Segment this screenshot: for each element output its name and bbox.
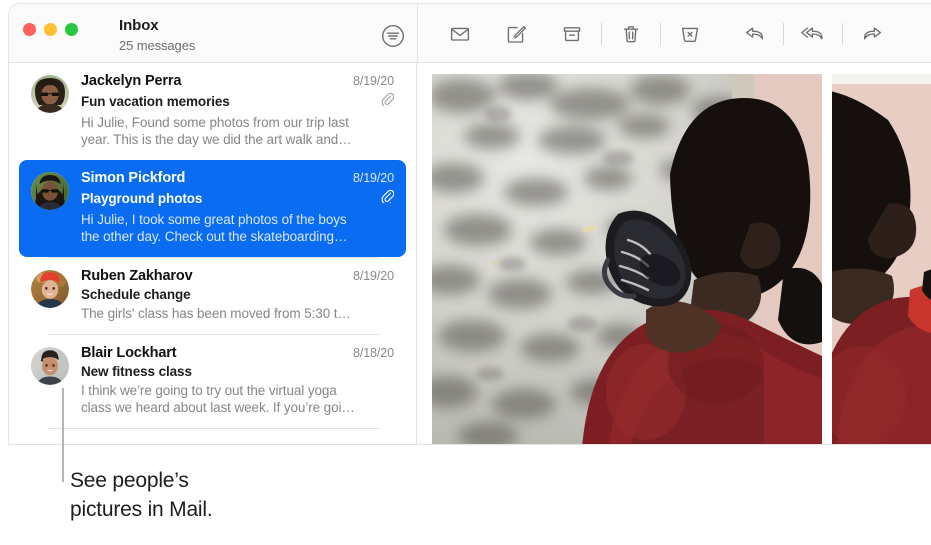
message-subject: New fitness class xyxy=(81,364,192,379)
traffic-lights xyxy=(23,23,78,36)
mail-window: Inbox 25 messages Jackelyn Perra 8/19/20… xyxy=(9,4,931,444)
message-subject: Schedule change xyxy=(81,287,191,302)
message-subject: Playground photos xyxy=(81,191,203,206)
get-mail-button[interactable] xyxy=(438,17,482,51)
photo-boy-red-shirt[interactable] xyxy=(432,74,822,444)
message-date: 8/19/20 xyxy=(352,269,394,283)
reply-all-button[interactable] xyxy=(791,17,835,51)
message-date: 8/19/20 xyxy=(352,171,394,185)
message-sender: Simon Pickford xyxy=(81,170,186,186)
avatar xyxy=(31,270,69,308)
callout-leader-line xyxy=(62,388,64,482)
avatar xyxy=(31,75,69,113)
forward-button[interactable] xyxy=(850,17,894,51)
divider xyxy=(47,428,380,429)
message-sender: Jackelyn Perra xyxy=(81,73,182,89)
attachment-icon xyxy=(381,189,395,208)
message-date: 8/19/20 xyxy=(352,74,394,88)
toolbar-separator xyxy=(601,22,602,45)
attachment-icon xyxy=(381,92,395,111)
titlebar: Inbox 25 messages xyxy=(9,4,931,63)
minimize-button[interactable] xyxy=(44,23,57,36)
table-row[interactable]: Blair Lockhart 8/18/20 New fitness class… xyxy=(19,335,406,428)
table-row[interactable]: Simon Pickford 8/19/20 Playground photos… xyxy=(19,160,406,257)
message-preview: The girls' class has been moved from 5:3… xyxy=(81,306,351,321)
reply-button[interactable] xyxy=(732,17,776,51)
junk-button[interactable] xyxy=(668,17,712,51)
toolbar xyxy=(418,4,931,63)
message-preview: Hi Julie, I took some great photos of th… xyxy=(81,212,348,244)
avatar xyxy=(31,347,69,385)
avatar xyxy=(31,172,69,210)
table-row[interactable]: Ruben Zakharov 8/19/20 Schedule change T… xyxy=(19,258,406,334)
table-row[interactable]: Jackelyn Perra 8/19/20 Fun vacation memo… xyxy=(19,63,406,160)
toolbar-separator xyxy=(842,22,843,45)
delete-button[interactable] xyxy=(609,17,653,51)
zoom-button[interactable] xyxy=(65,23,78,36)
photo-second-partial[interactable] xyxy=(832,74,931,444)
message-sender: Blair Lockhart xyxy=(81,345,177,361)
page-title: Inbox xyxy=(119,17,159,34)
toolbar-separator xyxy=(783,22,784,45)
message-date: 8/18/20 xyxy=(352,346,394,360)
message-count-label: 25 messages xyxy=(119,38,196,53)
sort-filter-icon[interactable] xyxy=(380,23,406,49)
archive-button[interactable] xyxy=(550,17,594,51)
message-subject: Fun vacation memories xyxy=(81,94,230,109)
close-button[interactable] xyxy=(23,23,36,36)
attachment-photo-strip xyxy=(432,74,931,444)
compose-button[interactable] xyxy=(494,17,538,51)
message-list[interactable]: Jackelyn Perra 8/19/20 Fun vacation memo… xyxy=(9,63,417,444)
callout-label: See people’s pictures in Mail. xyxy=(70,469,213,521)
message-sender: Ruben Zakharov xyxy=(81,268,193,284)
toolbar-separator xyxy=(660,22,661,45)
message-preview-pane xyxy=(418,63,931,444)
message-preview: Hi Julie, Found some photos from our tri… xyxy=(81,115,352,147)
message-preview: I think we’re going to try out the virtu… xyxy=(81,383,355,415)
